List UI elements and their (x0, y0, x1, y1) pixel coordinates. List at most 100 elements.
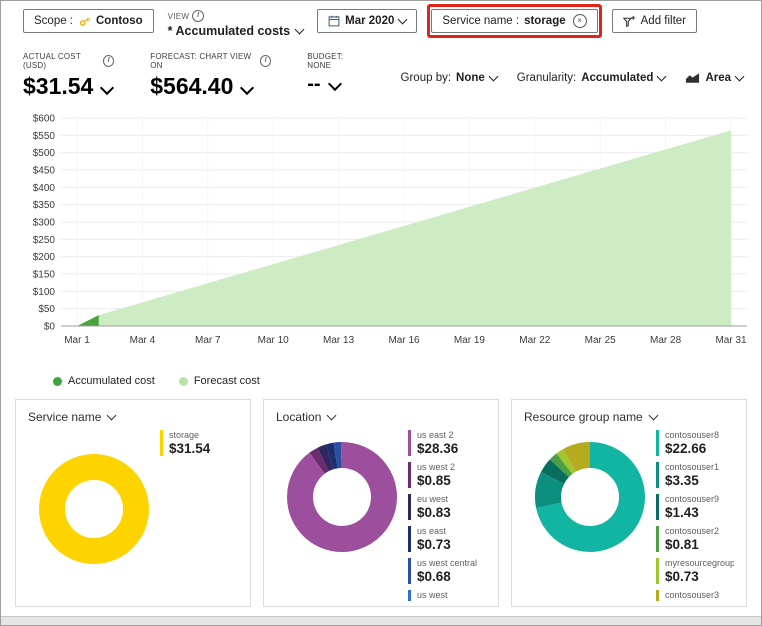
area-chart-icon (685, 72, 700, 84)
kpi-budget[interactable]: BUDGET: NONE -- (307, 52, 364, 96)
filter-value: storage (524, 15, 566, 27)
donut-legend-item[interactable]: contosouser8$22.66 (656, 430, 734, 456)
chevron-down-icon (100, 81, 114, 95)
svg-text:Mar 25: Mar 25 (585, 335, 617, 346)
kpi-forecast-cost[interactable]: FORECAST: CHART VIEW ON i $564.40 (150, 52, 271, 100)
view-caption: VIEW (168, 12, 190, 21)
granularity-label: Granularity: (517, 72, 576, 84)
card-location: Location us east 2$28.36 us west 2$0.85 eu… (263, 399, 499, 607)
svg-text:$200: $200 (33, 252, 56, 263)
donut-legend-item[interactable]: us west central$0.68 (408, 558, 486, 584)
budget-value: -- (307, 73, 320, 96)
svg-text:$450: $450 (33, 166, 56, 177)
donut-legend-value: $22.66 (665, 441, 734, 456)
breakdown-cards: Service name storage$31.54 Location us e… (1, 387, 761, 607)
svg-text:$600: $600 (33, 114, 56, 125)
date-range-picker[interactable]: Mar 2020 (317, 9, 417, 33)
card-title: Location (276, 410, 321, 424)
donut-legend-item[interactable]: us east$0.73 (408, 526, 486, 552)
view-selector[interactable]: VIEW i * Accumulated costs (168, 9, 304, 38)
donut-legend-value: $0.73 (665, 569, 734, 584)
donut-legend-value: $0.68 (417, 569, 486, 584)
donut-legend-label: myresourcegroup (665, 558, 734, 568)
chevron-down-icon (648, 411, 658, 421)
svg-text:$550: $550 (33, 131, 56, 142)
forecast-cost-dot (179, 377, 188, 386)
granularity-dropdown[interactable]: Granularity: Accumulated (517, 72, 666, 84)
donut-legend-item[interactable]: storage$31.54 (160, 430, 238, 456)
service-name-filter-wrap: Service name : storage × (431, 9, 597, 33)
donut-legend-item[interactable]: contosouser1$3.35 (656, 462, 734, 488)
chevron-down-icon (488, 72, 498, 82)
scope-selector[interactable]: Scope : Contoso (23, 9, 154, 33)
service-name-filter-pill[interactable]: Service name : storage × (431, 9, 597, 33)
legend-forecast-label: Forecast cost (194, 375, 260, 387)
card-resource-group: Resource group name contosouser8$22.66 co… (511, 399, 747, 607)
legend-accumulated-cost[interactable]: Accumulated cost (53, 375, 155, 387)
legend-forecast-cost[interactable]: Forecast cost (179, 375, 260, 387)
resource-group-card-dropdown[interactable]: Resource group name (524, 410, 734, 424)
card-title: Service name (28, 410, 101, 424)
svg-text:$250: $250 (33, 235, 56, 246)
date-range-value: Mar 2020 (345, 15, 394, 27)
donut-legend-label: contosouser9 (665, 494, 734, 504)
chevron-down-icon (328, 77, 342, 91)
svg-text:Mar 13: Mar 13 (323, 335, 355, 346)
donut-legend-item[interactable]: contosouser9$1.43 (656, 494, 734, 520)
chevron-down-icon (327, 411, 337, 421)
card-service-name: Service name storage$31.54 (15, 399, 251, 607)
kpi-row: ACTUAL COST (USD) i $31.54 FORECAST: CHA… (1, 40, 761, 100)
svg-text:$100: $100 (33, 287, 56, 298)
donut-legend-value: $0.81 (665, 537, 734, 552)
toolbar: Scope : Contoso VIEW i * Accumulated cos… (1, 1, 761, 40)
donut-legend-value: $1.43 (665, 505, 734, 520)
donut-legend-label: us west (417, 590, 486, 600)
filter-label: Service name : (442, 15, 519, 27)
chart-controls: Group by: None Granularity: Accumulated … (401, 52, 743, 84)
chevron-down-icon (240, 81, 254, 95)
accumulated-cost-dot (53, 377, 62, 386)
donut-legend-item[interactable]: contosouser3 (656, 590, 734, 601)
donut-legend-label: contosouser2 (665, 526, 734, 536)
donut-legend-item[interactable]: contosouser2$0.81 (656, 526, 734, 552)
actual-cost-value: $31.54 (23, 73, 93, 100)
svg-text:$400: $400 (33, 183, 56, 194)
svg-text:Mar 7: Mar 7 (195, 335, 221, 346)
remove-filter-icon[interactable]: × (573, 14, 587, 28)
donut-legend-item[interactable]: us west 2$0.85 (408, 462, 486, 488)
add-filter-icon (623, 15, 636, 28)
svg-text:Mar 16: Mar 16 (388, 335, 420, 346)
budget-caption: BUDGET: NONE (307, 52, 364, 70)
svg-text:$0: $0 (44, 322, 56, 333)
service-name-card-dropdown[interactable]: Service name (28, 410, 238, 424)
svg-text:Mar 28: Mar 28 (650, 335, 682, 346)
granularity-value: Accumulated (581, 72, 653, 84)
location-card-dropdown[interactable]: Location (276, 410, 486, 424)
donut-legend-label: us east 2 (417, 430, 486, 440)
service-name-legend: storage$31.54 (160, 426, 238, 568)
donut-legend-item[interactable]: us west (408, 590, 486, 601)
svg-text:$300: $300 (33, 218, 56, 229)
svg-text:Mar 22: Mar 22 (519, 335, 551, 346)
donut-legend-item[interactable]: us east 2$28.36 (408, 430, 486, 456)
add-filter-button[interactable]: Add filter (612, 9, 697, 33)
donut-legend-label: contosouser3 (665, 590, 734, 600)
bottom-strip (1, 616, 761, 625)
chart-legend: Accumulated cost Forecast cost (13, 365, 751, 387)
kpi-actual-cost[interactable]: ACTUAL COST (USD) i $31.54 (23, 52, 114, 100)
group-by-dropdown[interactable]: Group by: None (401, 72, 497, 84)
donut-legend-value: $0.73 (417, 537, 486, 552)
donut-legend-label: us west central (417, 558, 486, 568)
donut-legend-label: contosouser1 (665, 462, 734, 472)
scope-label: Scope : (34, 15, 73, 27)
donut-legend-item[interactable]: eu west$0.83 (408, 494, 486, 520)
donut-legend-value: $3.35 (665, 473, 734, 488)
chart-type-value: Area (705, 72, 731, 84)
donut-legend-item[interactable]: myresourcegroup$0.73 (656, 558, 734, 584)
legend-accumulated-label: Accumulated cost (68, 375, 155, 387)
svg-text:$150: $150 (33, 270, 56, 281)
group-by-value: None (456, 72, 485, 84)
chevron-down-icon (398, 15, 408, 25)
chart-type-dropdown[interactable]: Area (685, 72, 743, 84)
svg-text:Mar 19: Mar 19 (454, 335, 486, 346)
